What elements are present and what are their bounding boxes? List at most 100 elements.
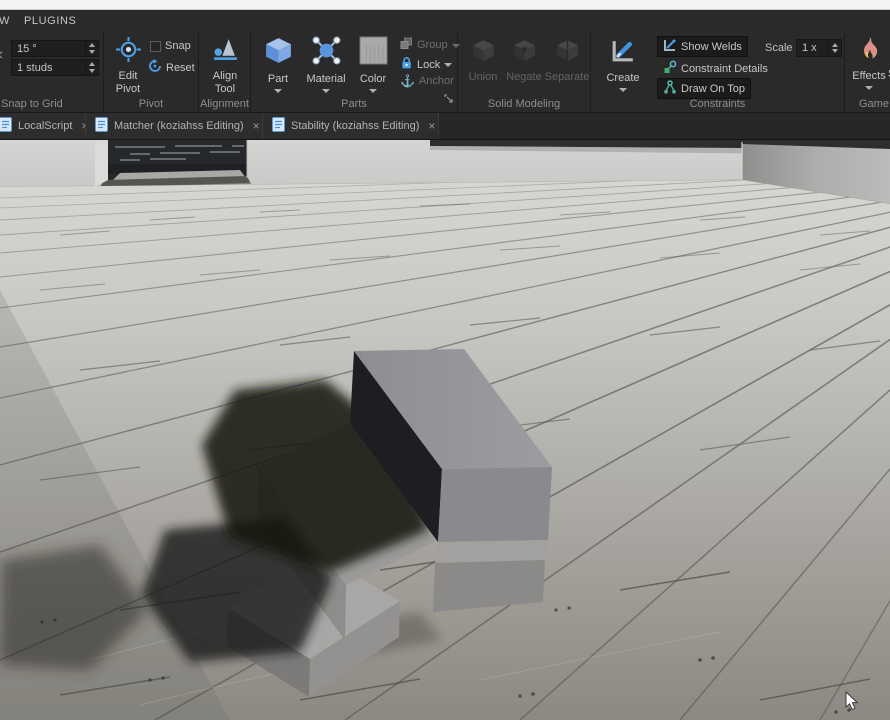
constraint-details-toggle[interactable]: Constraint Details: [657, 57, 774, 80]
rotate-snap-arrows[interactable]: [85, 41, 98, 56]
scale-arrows[interactable]: [828, 40, 841, 56]
snap-label: Snap: [165, 40, 191, 52]
viewport-3d-canvas[interactable]: [0, 140, 890, 720]
section-label-snap-to-grid: Snap to Grid: [1, 98, 63, 110]
menu-bar: W PLUGINS: [0, 10, 890, 32]
show-welds-icon: [663, 38, 677, 55]
group-pivot: Edit Pivot Snap Reset Pivot: [104, 32, 199, 112]
collapse-chevron-icon[interactable]: [0, 46, 3, 64]
menu-tab-view-partial[interactable]: W: [0, 15, 14, 27]
draw-on-top-icon: [663, 80, 677, 97]
group-solid-modeling: Union Negate Separate Solid Modeling: [458, 32, 591, 112]
part-dropdown-icon[interactable]: [274, 88, 282, 93]
tab-label: Matcher (koziahss Editing): [114, 120, 244, 132]
script-icon: [272, 117, 285, 135]
union-icon: [470, 37, 497, 69]
window-title-strip: [0, 0, 890, 10]
group-label: Group: [417, 39, 448, 51]
show-welds-label: Show Welds: [681, 40, 742, 53]
union-label: Union: [468, 71, 498, 83]
section-label-game: Game: [859, 98, 889, 110]
part-cube-icon: [263, 35, 294, 71]
material-label: Material: [306, 73, 346, 85]
section-label-constraints: Constraints: [689, 98, 746, 110]
anchor-label: Anchor: [418, 75, 454, 87]
lock-button[interactable]: Lock: [400, 56, 453, 73]
align-tool-button[interactable]: Align Tool: [204, 36, 246, 95]
separate-icon: [554, 37, 581, 69]
group-game: Effects S Game: [845, 32, 890, 112]
group-button[interactable]: Group: [400, 37, 460, 53]
move-snap-arrows[interactable]: [85, 60, 98, 75]
scene-canvas: [0, 140, 890, 720]
document-tab-bar: LocalScript × Matcher (koziahss Editing)…: [0, 113, 890, 140]
edit-pivot-label: Edit Pivot: [115, 70, 141, 95]
color-dropdown-icon[interactable]: [369, 88, 377, 93]
scale-value[interactable]: 1 x: [797, 40, 828, 56]
reset-icon: [148, 59, 162, 76]
group-snap-to-grid: 15 ° 1 studs Snap to Grid: [0, 32, 104, 112]
ribbon-toolbar: 15 ° 1 studs Snap to Grid Edit Pivot Sna…: [0, 32, 890, 113]
roblox-studio-window: W PLUGINS 15 ° 1 studs Snap to Grid Edit…: [0, 0, 890, 720]
scale-label: Scale: [765, 42, 793, 54]
create-icon: [609, 36, 638, 70]
pivot-reset-button[interactable]: Reset: [148, 59, 195, 76]
part-label: Part: [267, 73, 289, 85]
create-constraint-button[interactable]: Create: [601, 36, 645, 92]
material-button[interactable]: Material: [303, 35, 349, 93]
tab-label: Stability (koziahss Editing): [291, 120, 420, 132]
color-button[interactable]: Color: [351, 35, 395, 93]
tab-stability[interactable]: Stability (koziahss Editing) ×: [263, 113, 439, 139]
script-icon: [0, 117, 12, 135]
move-snap-value[interactable]: 1 studs: [12, 60, 85, 75]
section-label-parts: Parts: [341, 98, 367, 110]
tab-label: LocalScript: [18, 120, 73, 132]
lock-icon: [400, 56, 413, 73]
effects-dropdown-icon[interactable]: [865, 85, 873, 90]
lock-dropdown-icon[interactable]: [444, 63, 453, 67]
color-swatch-icon: [358, 35, 389, 71]
group-alignment: Align Tool Alignment: [199, 32, 251, 112]
effects-label: Effects: [852, 70, 886, 82]
effects-flame-icon: [856, 36, 883, 68]
effects-button[interactable]: Effects: [850, 36, 888, 90]
group-constraints: Create Show Welds Constraint Details Dra…: [591, 32, 845, 112]
tab-localscript[interactable]: LocalScript ×: [0, 113, 86, 139]
show-welds-toggle[interactable]: Show Welds: [657, 36, 748, 57]
tab-matcher[interactable]: Matcher (koziahss Editing) ×: [86, 113, 263, 139]
align-tool-icon: [212, 36, 239, 68]
tab-close-icon[interactable]: ×: [428, 120, 435, 132]
group-parts: Part Material Color Group Lock ⚓ Anchor …: [251, 32, 460, 112]
anchor-button[interactable]: ⚓ Anchor: [400, 75, 454, 87]
pivot-snap-toggle[interactable]: Snap: [150, 40, 191, 52]
scale-stepper[interactable]: 1 x: [796, 39, 842, 57]
lock-label: Lock: [417, 58, 441, 71]
script-icon: [95, 117, 108, 135]
menu-tab-plugins[interactable]: PLUGINS: [14, 15, 87, 27]
material-dropdown-icon[interactable]: [322, 88, 330, 93]
rotate-snap-value[interactable]: 15 °: [12, 41, 85, 56]
section-label-alignment: Alignment: [200, 98, 249, 110]
section-label-pivot: Pivot: [138, 98, 164, 110]
section-label-solid-modeling: Solid Modeling: [487, 98, 561, 110]
negate-icon: [511, 37, 538, 69]
parts-dialog-launcher-icon[interactable]: [444, 90, 453, 108]
edit-pivot-button[interactable]: Edit Pivot: [108, 36, 148, 95]
part-button[interactable]: Part: [255, 35, 301, 93]
color-label: Color: [359, 73, 387, 85]
separate-label: Separate: [544, 71, 590, 83]
reset-label: Reset: [166, 61, 195, 74]
separate-button[interactable]: Separate: [544, 37, 590, 84]
constraint-details-label: Constraint Details: [681, 62, 768, 75]
rotate-snap-stepper[interactable]: 15 °: [11, 40, 99, 57]
create-dropdown-icon[interactable]: [619, 87, 627, 92]
move-snap-stepper[interactable]: 1 studs: [11, 59, 99, 76]
snap-checkbox[interactable]: [150, 40, 161, 52]
draw-on-top-toggle[interactable]: Draw On Top: [657, 78, 751, 99]
negate-button[interactable]: Negate: [504, 37, 544, 84]
constraint-details-icon: [663, 60, 677, 77]
group-icon: [400, 37, 413, 53]
tab-close-icon[interactable]: ×: [253, 120, 260, 132]
anchor-icon: ⚓: [400, 74, 415, 88]
union-button[interactable]: Union: [463, 37, 503, 84]
